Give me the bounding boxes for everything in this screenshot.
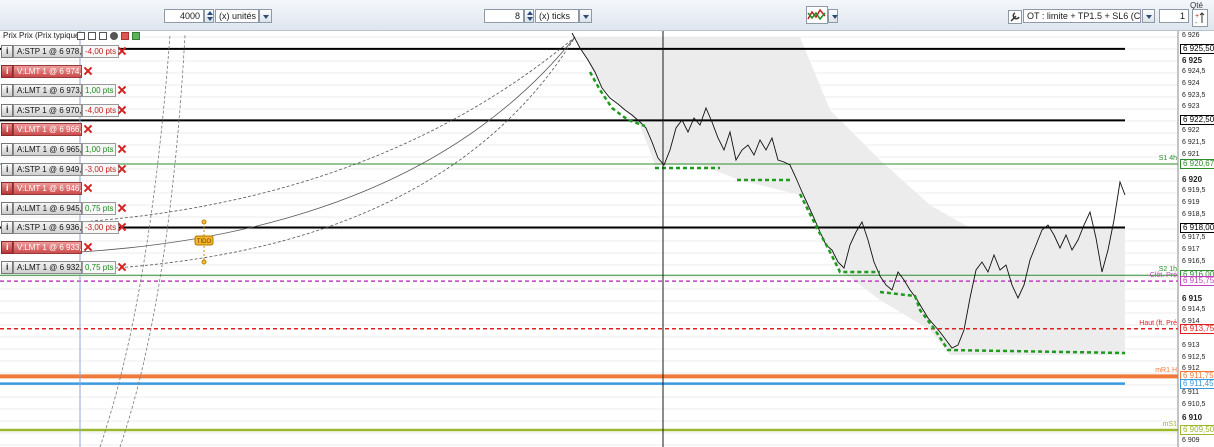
price-tick-label: 6 910 xyxy=(1182,413,1203,423)
window-icon[interactable] xyxy=(88,32,96,40)
price-tick-label: 6 919,5 xyxy=(1182,186,1206,194)
price-tick-label: 6 909 xyxy=(1182,436,1200,444)
order-description[interactable]: A:STP 1 @ 6 978,50 xyxy=(13,45,90,58)
level-line-label: mS1 xyxy=(1162,421,1177,429)
price-tick-label: 6 916,5 xyxy=(1182,258,1206,266)
cancel-order-icon[interactable] xyxy=(117,144,127,154)
cancel-order-icon[interactable] xyxy=(117,164,127,174)
order-points: 1,00 pts xyxy=(82,84,117,97)
order-info-icon[interactable] xyxy=(1,261,13,274)
order-info-icon[interactable] xyxy=(1,104,13,117)
order-points: -3,00 pts xyxy=(82,163,120,176)
order-description[interactable]: A:LMT 1 @ 6 932,25 xyxy=(13,261,91,274)
price-tick-label: 6 924 xyxy=(1182,79,1200,87)
close-icon[interactable] xyxy=(110,32,118,40)
price-tick-label: 6 917,5 xyxy=(1182,234,1206,242)
order-description[interactable]: A:LMT 1 @ 6 965,25 xyxy=(13,143,91,156)
order-info-icon[interactable] xyxy=(1,84,13,97)
price-level-tag: 6 922,50 xyxy=(1180,115,1214,126)
order-description[interactable]: A:LMT 1 @ 6 973,50 xyxy=(13,84,91,97)
order-description[interactable]: A:STP 1 @ 6 970,25 xyxy=(13,104,90,117)
price-level-tag: 6 920,67 xyxy=(1180,158,1214,169)
price-tick-label: 6 911 xyxy=(1182,389,1199,397)
price-level-tag: 6 909,50 xyxy=(1180,425,1214,436)
order-description[interactable]: V:LMT 1 @ 6 974,50 xyxy=(13,65,91,78)
cancel-order-icon[interactable] xyxy=(83,124,93,134)
price-tick-label: 6 923 xyxy=(1182,103,1200,111)
price-level-tag: 6 918,00 xyxy=(1180,222,1214,233)
price-tick-label: 6 924,5 xyxy=(1182,67,1206,75)
order-points: 1,00 pts xyxy=(82,143,117,156)
order-info-icon[interactable] xyxy=(1,221,13,234)
order-info-icon[interactable] xyxy=(1,65,13,78)
order-info-icon[interactable] xyxy=(1,123,13,136)
cancel-order-icon[interactable] xyxy=(117,222,127,232)
order-points: 0,75 pts xyxy=(82,202,117,215)
price-tick-label: 6 917 xyxy=(1182,246,1200,254)
level-line-label: Clôt. Pré xyxy=(1149,272,1177,280)
level-line-label: mR1 H xyxy=(1155,367,1177,375)
cancel-order-icon[interactable] xyxy=(117,105,127,115)
price-tick-label: 6 912,5 xyxy=(1182,353,1206,361)
order-info-icon[interactable] xyxy=(1,182,13,195)
order-info-icon[interactable] xyxy=(1,241,13,254)
order-info-icon[interactable] xyxy=(1,45,13,58)
order-description[interactable]: V:LMT 1 @ 6 966,25 xyxy=(13,123,91,136)
price-tick-label: 6 923,5 xyxy=(1182,91,1206,99)
order-info-icon[interactable] xyxy=(1,143,13,156)
cancel-order-icon[interactable] xyxy=(117,85,127,95)
cancel-order-icon[interactable] xyxy=(83,183,93,193)
price-tick-label: 6 914,5 xyxy=(1182,305,1206,313)
level-line-label: S1 4h xyxy=(1158,154,1177,162)
order-points: 0,75 pts xyxy=(82,261,117,274)
price-level-tag: 6 915,75 xyxy=(1180,276,1214,287)
cancel-order-icon[interactable] xyxy=(83,242,93,252)
price-tick-label: 6 913 xyxy=(1182,341,1200,349)
level-line-label: Haut (ft. Pré xyxy=(1139,319,1177,327)
cancel-order-icon[interactable] xyxy=(117,262,127,272)
order-points: -3,00 pts xyxy=(82,221,120,234)
price-chart[interactable]: TIDO xyxy=(0,0,1214,447)
cancel-order-icon[interactable] xyxy=(117,46,127,56)
wrench-icon[interactable] xyxy=(77,32,85,40)
order-description[interactable]: V:LMT 1 @ 6 946,00 xyxy=(13,182,91,195)
price-level-tag: 6 925,50 xyxy=(1180,43,1214,54)
price-tick-label: 6 920 xyxy=(1182,174,1203,184)
cancel-order-icon[interactable] xyxy=(83,66,93,76)
order-points: -4,00 pts xyxy=(82,104,120,117)
order-description[interactable]: A:STP 1 @ 6 936,00 xyxy=(13,221,90,234)
price-tick-label: 6 921 xyxy=(1182,151,1200,159)
order-points: -4,00 pts xyxy=(82,45,120,58)
price-tick-label: 6 926 xyxy=(1182,32,1200,39)
price-level-tag: 6 913,75 xyxy=(1180,323,1214,334)
remove-icon[interactable] xyxy=(121,32,129,40)
add-icon[interactable] xyxy=(132,32,140,40)
order-description[interactable]: A:STP 1 @ 6 949,00 xyxy=(13,163,90,176)
price-tick-label: 6 925 xyxy=(1182,55,1203,65)
price-tick-label: 6 915 xyxy=(1182,294,1203,304)
price-tick-label: 6 910,5 xyxy=(1182,401,1206,409)
price-tick-label: 6 921,5 xyxy=(1182,139,1206,147)
price-level-tag: 6 911,45 xyxy=(1180,378,1214,389)
tido-marker-label: TIDO xyxy=(197,239,212,245)
cancel-order-icon[interactable] xyxy=(117,203,127,213)
order-info-icon[interactable] xyxy=(1,163,13,176)
price-tick-label: 6 918,5 xyxy=(1182,210,1206,218)
order-description[interactable]: V:LMT 1 @ 6 933,00 xyxy=(13,241,91,254)
alert-bell-icon[interactable] xyxy=(99,32,107,40)
order-info-icon[interactable] xyxy=(1,202,13,215)
price-tick-label: 6 922 xyxy=(1182,127,1200,135)
price-tick-label: 6 919 xyxy=(1182,198,1200,206)
order-description[interactable]: A:LMT 1 @ 6 945,25 xyxy=(13,202,91,215)
